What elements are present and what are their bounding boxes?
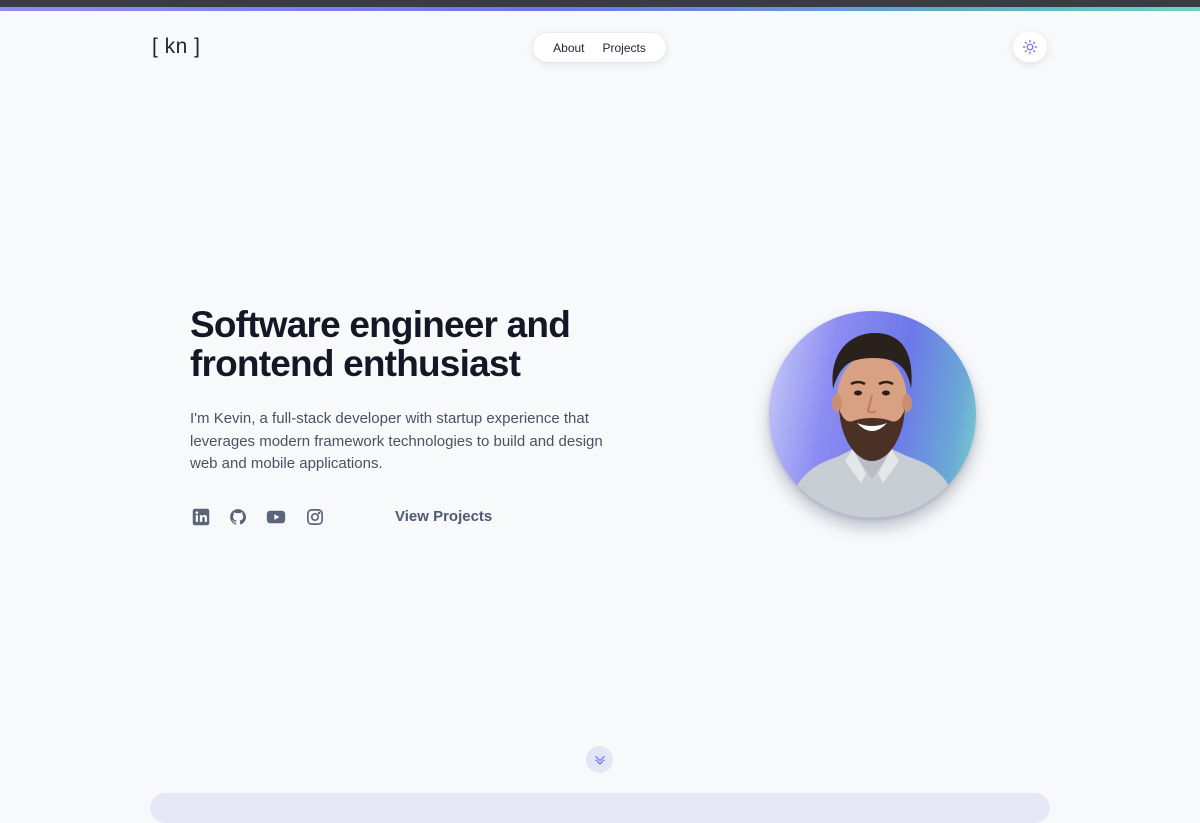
chevrons-down-icon: [594, 755, 605, 765]
view-projects-link[interactable]: View Projects: [395, 508, 492, 525]
github-icon: [230, 509, 247, 525]
site-logo[interactable]: [ kn ]: [152, 35, 201, 59]
next-section-preview: [150, 793, 1050, 823]
avatar: [769, 311, 976, 518]
theme-toggle-button[interactable]: [1013, 32, 1047, 62]
youtube-link[interactable]: [266, 507, 286, 527]
hero-title-line-2: frontend enthusiast: [190, 343, 521, 384]
instagram-icon: [307, 509, 323, 525]
profile-photo: [789, 333, 957, 518]
github-link[interactable]: [228, 507, 248, 527]
youtube-icon: [266, 510, 286, 524]
accent-gradient-bar: [0, 7, 1200, 11]
instagram-link[interactable]: [305, 507, 325, 527]
hero-title-line-1: Software engineer and: [190, 304, 571, 345]
nav-item-projects[interactable]: Projects: [603, 41, 646, 55]
sun-icon: [1022, 39, 1038, 55]
nav-item-about[interactable]: About: [553, 41, 584, 55]
hero-description: I'm Kevin, a full-stack developer with s…: [190, 410, 603, 472]
main-nav: About Projects: [533, 33, 666, 62]
browser-top-bar: [0, 0, 1200, 11]
linkedin-icon: [192, 508, 210, 526]
linkedin-link[interactable]: [191, 507, 211, 527]
hero-title: Software engineer and frontend enthusias…: [190, 305, 630, 383]
scroll-down-button[interactable]: [586, 746, 613, 773]
